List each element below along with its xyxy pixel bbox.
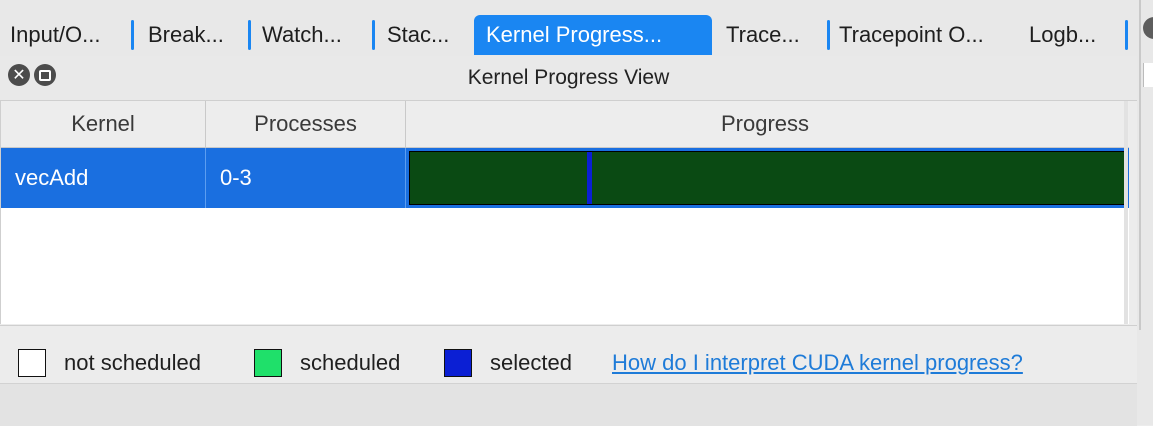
panel-divider[interactable] — [1139, 0, 1141, 330]
legend-bar: not scheduled scheduled selected How do … — [0, 325, 1137, 384]
status-bar — [0, 383, 1137, 426]
kernel-cell: vecAdd — [1, 148, 206, 208]
tab-separator — [1125, 20, 1128, 50]
tab-separator — [131, 20, 134, 50]
legend-label-scheduled: scheduled — [300, 350, 401, 375]
view-title-bar: ✕ Kernel Progress View — [0, 56, 1137, 101]
tab-logbook[interactable]: Logb... — [1029, 15, 1119, 55]
help-link[interactable]: How do I interpret CUDA kernel progress? — [612, 348, 1023, 378]
tab-watch[interactable]: Watch... — [262, 15, 364, 55]
table-scroll-edge — [1124, 101, 1128, 324]
view-title: Kernel Progress View — [467, 66, 670, 89]
tab-stacks[interactable]: Stac... — [387, 15, 473, 55]
legend-label-not-scheduled: not scheduled — [64, 350, 201, 375]
tab-bar: Input/O... Break... Watch... Stac... Ker… — [0, 0, 1153, 56]
adjacent-panel-field — [1143, 63, 1153, 87]
table-row[interactable]: vecAdd 0-3 — [1, 148, 1129, 208]
selected-process-marker — [587, 152, 592, 204]
legend-swatch-scheduled — [254, 349, 282, 377]
tab-separator — [827, 20, 830, 50]
adjacent-panel-edge — [1137, 0, 1153, 425]
adjacent-panel-button-icon[interactable] — [1143, 17, 1153, 39]
processes-cell: 0-3 — [206, 148, 406, 208]
column-header-kernel[interactable]: Kernel — [1, 101, 206, 147]
tab-kernel-progress[interactable]: Kernel Progress... — [474, 15, 712, 55]
tab-trace[interactable]: Trace... — [726, 15, 820, 55]
kernel-progress-bar[interactable] — [409, 151, 1127, 205]
column-header-progress[interactable]: Progress — [406, 101, 1125, 147]
column-header-processes[interactable]: Processes — [206, 101, 406, 147]
legend-swatch-not-scheduled — [18, 349, 46, 377]
tab-tracepoint-output[interactable]: Tracepoint O... — [839, 15, 1019, 55]
progress-cell — [406, 148, 1129, 208]
tab-separator — [248, 20, 251, 50]
table-header: Kernel Processes Progress — [1, 101, 1129, 148]
kernel-progress-table: Kernel Processes Progress vecAdd 0-3 — [0, 101, 1129, 324]
legend-label-selected: selected — [490, 350, 572, 375]
legend-swatch-selected — [444, 349, 472, 377]
tab-input-output[interactable]: Input/O... — [10, 15, 124, 55]
tab-separator — [372, 20, 375, 50]
tab-breakpoints[interactable]: Break... — [148, 15, 242, 55]
